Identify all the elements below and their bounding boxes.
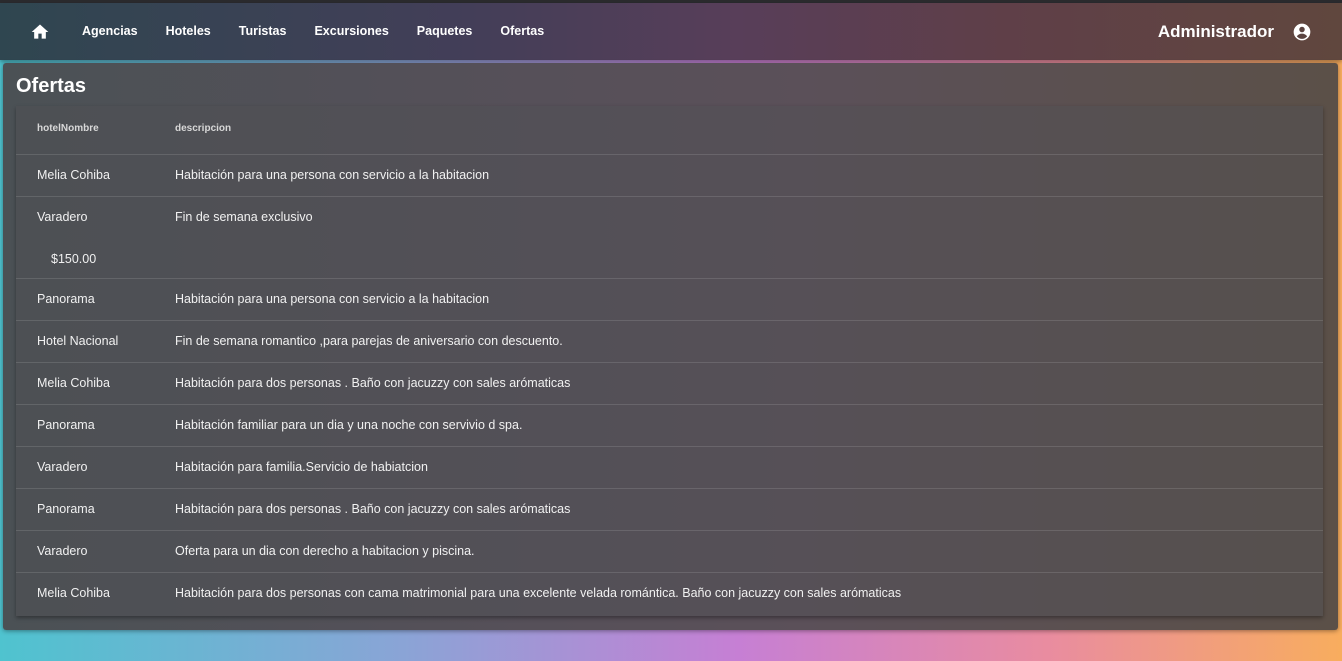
account-circle-icon[interactable] <box>1292 22 1312 42</box>
cell-hotel: Panorama <box>37 418 95 432</box>
cell-hotel: Melia Cohiba <box>37 586 110 600</box>
nav-item-excursiones[interactable]: Excursiones <box>300 3 402 60</box>
cell-descripcion: Habitación para una persona con servicio… <box>175 292 490 306</box>
cell-hotel: Melia Cohiba <box>37 376 110 390</box>
cell-hotel: Melia Cohiba <box>37 168 110 182</box>
nav-item-hoteles[interactable]: Hoteles <box>152 3 225 60</box>
offers-table: hotelNombre descripcion Melia Cohiba Hab… <box>16 106 1323 616</box>
table-row[interactable]: Melia Cohiba Habitación para dos persona… <box>16 363 1323 405</box>
home-icon[interactable] <box>30 22 50 42</box>
table-row[interactable]: Melia Cohiba Habitación para una persona… <box>16 155 1323 197</box>
cell-hotel: Varadero <box>37 544 88 558</box>
top-navbar: Agencias Hoteles Turistas Excursiones Pa… <box>0 3 1342 60</box>
cell-hotel: Varadero <box>37 460 88 474</box>
column-header-hotelnombre[interactable]: hotelNombre <box>37 123 99 134</box>
cell-descripcion: Habitación para dos personas . Baño con … <box>175 376 571 390</box>
table-row[interactable]: Melia Cohiba Habitación para dos persona… <box>16 573 1323 614</box>
table-row[interactable]: Panorama Habitación para una persona con… <box>16 279 1323 321</box>
cell-descripcion: Habitación familiar para un dia y una no… <box>175 418 523 432</box>
page-title: Ofertas <box>16 75 87 97</box>
table-row[interactable]: Varadero Habitación para familia.Servici… <box>16 447 1323 489</box>
nav-item-turistas[interactable]: Turistas <box>225 3 301 60</box>
cell-price: $150.00 <box>51 252 97 266</box>
cell-hotel: Hotel Nacional <box>37 334 119 348</box>
nav-item-paquetes[interactable]: Paquetes <box>403 3 487 60</box>
table-row[interactable]: Hotel Nacional Fin de semana romantico ,… <box>16 321 1323 363</box>
table-row[interactable]: Varadero Oferta para un dia con derecho … <box>16 531 1323 573</box>
nav-links: Agencias Hoteles Turistas Excursiones Pa… <box>68 3 558 60</box>
cell-descripcion: Habitación para una persona con servicio… <box>175 168 490 182</box>
table-row-expanded[interactable]: Varadero Fin de semana exclusivo $150.00 <box>16 197 1323 279</box>
cell-descripcion: Habitación para dos personas con cama ma… <box>175 586 902 600</box>
cell-descripcion: Habitación para dos personas . Baño con … <box>175 502 571 516</box>
table-header: hotelNombre descripcion <box>16 106 1323 155</box>
table-row[interactable]: Panorama Habitación familiar para un dia… <box>16 405 1323 447</box>
cell-hotel: Varadero <box>37 210 88 224</box>
offers-panel: Ofertas hotelNombre descripcion Melia Co… <box>3 63 1338 630</box>
user-menu[interactable]: Administrador <box>1158 3 1312 60</box>
nav-item-agencias[interactable]: Agencias <box>68 3 152 60</box>
table-row[interactable]: Panorama Habitación para dos personas . … <box>16 489 1323 531</box>
cell-descripcion: Fin de semana romantico ,para parejas de… <box>175 334 563 348</box>
cell-descripcion: Oferta para un dia con derecho a habitac… <box>175 544 475 558</box>
user-name[interactable]: Administrador <box>1158 22 1274 42</box>
cell-descripcion: Fin de semana exclusivo <box>175 210 313 224</box>
nav-item-ofertas[interactable]: Ofertas <box>486 3 558 60</box>
cell-descripcion: Habitación para familia.Servicio de habi… <box>175 460 428 474</box>
cell-hotel: Panorama <box>37 502 95 516</box>
cell-hotel: Panorama <box>37 292 95 306</box>
column-header-descripcion[interactable]: descripcion <box>175 123 231 134</box>
